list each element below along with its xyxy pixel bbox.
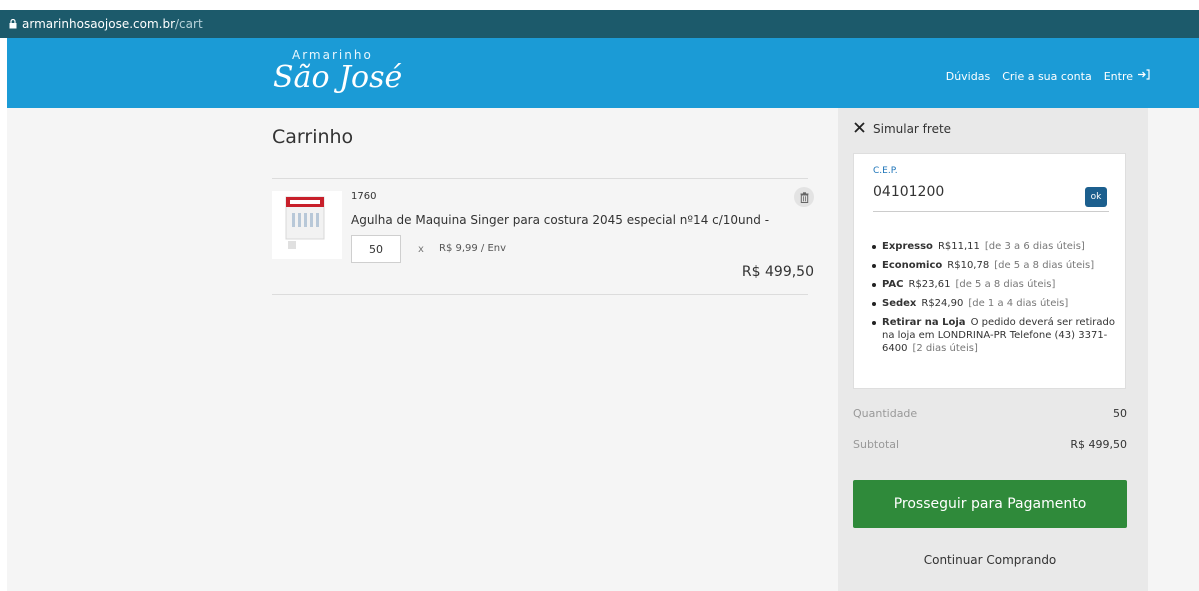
close-icon[interactable] [854,122,865,136]
cep-input[interactable]: 04101200 [873,184,1109,212]
url-host: armarinhosaojose.com.br [22,17,176,31]
summary-sidebar: Simular frete C.E.P. 04101200 ok Express… [838,108,1148,591]
shipping-option: PAC R$23,61 [de 5 a 8 dias úteis] [870,278,1120,291]
shipping-option-days: [de 3 a 6 dias úteis] [984,241,1085,252]
quantity-label: Quantidade [853,407,918,420]
shipping-option: Sedex R$24,90 [de 1 a 4 dias úteis] [870,297,1120,310]
header-nav: Dúvidas Crie a sua conta Entre [946,69,1150,83]
remove-item-button[interactable] [794,187,814,207]
shipping-option-days: [de 1 a 4 dias úteis] [968,298,1069,309]
site-header: Armarinho São José Dúvidas Crie a sua co… [7,38,1199,108]
nav-login-link[interactable]: Entre [1104,69,1150,83]
product-name[interactable]: Agulha de Maquina Singer para costura 20… [351,213,769,227]
shipping-option-price: R$11,11 [937,241,980,252]
shipping-option: Retirar na Loja O pedido deverá ser retir… [870,316,1120,355]
subtotal-label: Subtotal [853,438,900,451]
times-sign: x [418,244,424,255]
cep-label: C.E.P. [873,166,898,176]
lock-icon [9,19,17,29]
proceed-to-payment-button[interactable]: Prosseguir para Pagamento [853,480,1127,528]
product-sku: 1760 [351,191,377,202]
unit-price: R$ 9,99 / Env [439,243,507,254]
shipping-card: C.E.P. 04101200 ok Expresso R$11,11 [de 3 … [853,153,1126,389]
nav-create-account-link[interactable]: Crie a sua conta [1002,70,1092,83]
shipping-options-list: Expresso R$11,11 [de 3 a 6 dias úteis] Eco… [870,240,1120,361]
continue-shopping-link[interactable]: Continuar Comprando [853,553,1127,567]
shipping-option: Economico R$10,78 [de 5 a 8 dias úteis] [870,259,1120,272]
shipping-option-name: Sedex [882,298,917,309]
shipping-simulator-title: Simular frete [873,122,952,136]
item-total: R$ 499,50 [741,264,814,280]
shipping-option-name: Retirar na Loja [882,317,966,328]
login-arrow-icon [1137,69,1150,83]
main-content: Carrinho 1760 Agulha de Maquina Singer p… [7,108,1199,591]
shipping-option-name: Economico [882,260,943,271]
shipping-option-days: [de 5 a 8 dias úteis] [994,260,1095,271]
shipping-option-name: Expresso [882,241,933,252]
cart-item: 1760 Agulha de Maquina Singer para costu… [272,178,814,295]
subtotal-row: Subtotal R$ 499,50 [853,438,1127,451]
quantity-value: 50 [1113,407,1127,420]
shipping-option-days: [2 dias úteis] [912,343,978,354]
shipping-option-price: R$10,78 [947,260,990,271]
shipping-option-name: PAC [882,279,904,290]
quantity-input[interactable]: 50 [351,235,401,263]
browser-top-strip [0,0,1199,10]
cep-ok-button[interactable]: ok [1085,187,1107,207]
shipping-simulator-toggle[interactable]: Simular frete [854,122,951,136]
page-title: Carrinho [272,126,354,148]
trash-icon [800,188,809,207]
shipping-option-price: R$23,61 [908,279,951,290]
shipping-option-days: [de 5 a 8 dias úteis] [955,279,1056,290]
nav-login-label: Entre [1103,69,1133,83]
quantity-row: Quantidade 50 [853,407,1127,420]
nav-duvidas-link[interactable]: Dúvidas [946,70,990,83]
shipping-option: Expresso R$11,11 [de 3 a 6 dias úteis] [870,240,1120,253]
subtotal-value: R$ 499,50 [1070,438,1127,451]
url-path: /cart [175,17,203,31]
shipping-option-price: R$24,90 [921,298,964,309]
product-image[interactable] [272,191,342,259]
browser-address-bar[interactable]: armarinhosaojose.com.br/cart [0,10,1199,38]
site-logo[interactable]: São José [273,60,402,95]
